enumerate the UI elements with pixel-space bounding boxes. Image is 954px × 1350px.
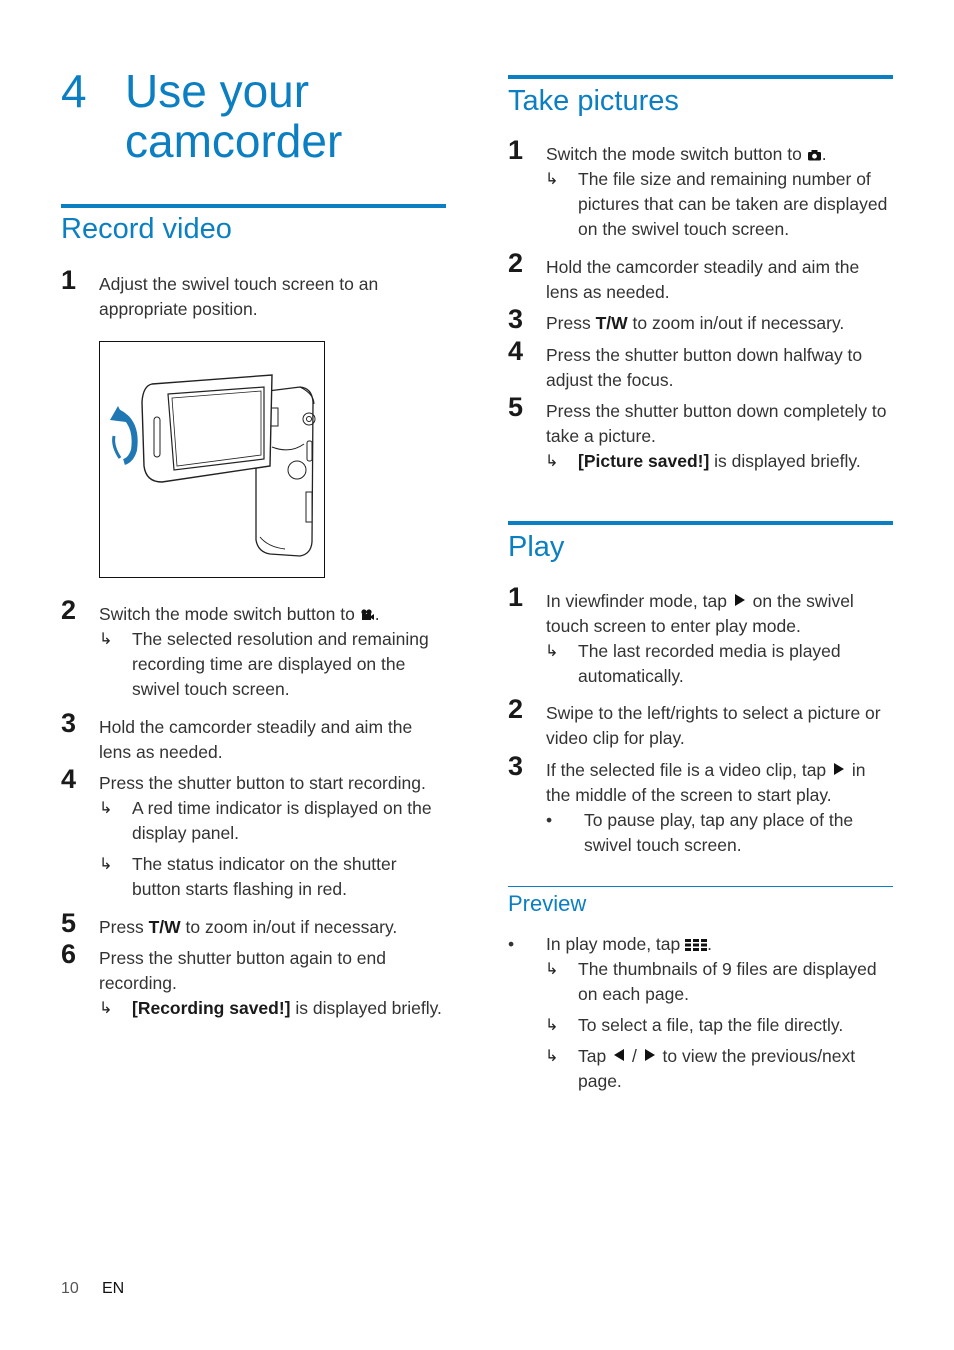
result-text: To select a file, tap the file directly. (578, 1015, 844, 1035)
result-arrow-icon: ↳ (545, 171, 559, 188)
camcorder-illustration (99, 341, 325, 578)
note-text: To pause play, tap any place of the swiv… (584, 810, 854, 855)
result-text: The thumbnails of 9 files are displayed … (578, 959, 877, 1004)
result-text: A red time indicator is displayed on the… (132, 798, 432, 843)
step-text-part: . (821, 144, 827, 164)
bullet-text-part: In play mode, tap (546, 934, 686, 954)
result-text: The file size and remaining number of pi… (578, 169, 888, 239)
step-text-part: Switch the mode switch button to (99, 604, 360, 624)
step-text: In viewfinder mode, tap on the swivel to… (546, 589, 886, 639)
next-icon (644, 1049, 655, 1062)
result-text-part: is displayed briefly. (709, 451, 861, 471)
result-arrow-icon: ↳ (545, 453, 559, 470)
step-text: Adjust the swivel touch screen to an app… (99, 274, 379, 319)
take-pictures-heading: Take pictures (508, 85, 679, 117)
step-number: 4 (61, 764, 77, 794)
step-text: Press the shutter button again to end re… (99, 948, 386, 993)
section-rule (61, 204, 446, 208)
camera-icon (807, 143, 822, 168)
step-text-part: If the selected file is a video clip, ta… (546, 760, 832, 780)
step-number: 2 (508, 694, 524, 724)
step-number: 1 (508, 135, 524, 165)
step-text: Press T/W to zoom in/out if necessary. (99, 915, 449, 940)
step-text: Switch the mode switch button to . (546, 142, 896, 168)
bullet-icon: • (508, 934, 515, 954)
thumbnail-grid-icon (685, 933, 708, 958)
step-text-part: . (374, 604, 380, 624)
result-arrow-icon: ↳ (545, 961, 559, 978)
step-number: 2 (508, 248, 524, 278)
message-name: [Picture saved!] (578, 451, 710, 471)
message-name: [Recording saved!] (132, 998, 291, 1018)
section-rule (508, 521, 893, 525)
bullet-text-part: . (707, 934, 712, 954)
step-number: 4 (508, 336, 524, 366)
step-text: Swipe to the left/rights to select a pic… (546, 703, 881, 748)
step-number: 3 (61, 708, 77, 738)
subsection-rule (508, 886, 893, 887)
result-arrow-icon: ↳ (99, 856, 113, 873)
chapter-title-text: Use your camcorder (125, 65, 343, 167)
step-text: Press T/W to zoom in/out if necessary. (546, 311, 896, 336)
button-name: T/W (595, 313, 628, 333)
step-text-part: to zoom in/out if necessary. (627, 313, 845, 333)
separator: / (627, 1046, 642, 1066)
bullet-text: In play mode, tap . (546, 932, 886, 958)
language-code: EN (102, 1280, 125, 1297)
bullet-icon: • (546, 810, 553, 830)
chapter-number: 4 (61, 65, 87, 117)
step-number: 1 (508, 582, 524, 612)
result-text: [Picture saved!] is displayed briefly. (578, 449, 898, 474)
step-number: 6 (61, 939, 77, 969)
step-text: Switch the mode switch button to . (99, 602, 449, 628)
result-arrow-icon: ↳ (545, 1017, 559, 1034)
play-icon (834, 763, 845, 776)
previous-icon (614, 1049, 625, 1062)
step-text: Press the shutter button down completely… (546, 401, 887, 446)
button-name: T/W (148, 917, 181, 937)
result-arrow-icon: ↳ (99, 631, 113, 648)
result-text: [Recording saved!] is displayed briefly. (132, 996, 452, 1021)
result-arrow-icon: ↳ (99, 1000, 113, 1017)
step-number: 5 (508, 392, 524, 422)
step-text-part: Switch the mode switch button to (546, 144, 807, 164)
step-number: 5 (61, 908, 77, 938)
result-text: The selected resolution and remaining re… (132, 629, 429, 699)
result-text: The last recorded media is played automa… (578, 641, 841, 686)
section-rule (508, 75, 893, 79)
step-text-part: In viewfinder mode, tap (546, 591, 732, 611)
play-icon (734, 594, 745, 607)
result-text: Tap / to view the previous/next page. (578, 1044, 878, 1094)
result-text: The status indicator on the shutter butt… (132, 854, 397, 899)
video-camera-icon (360, 603, 375, 628)
result-text-part: is displayed briefly. (290, 998, 442, 1018)
step-text: Hold the camcorder steadily and aim the … (99, 717, 413, 762)
result-arrow-icon: ↳ (99, 800, 113, 817)
step-text-part: Press (546, 313, 596, 333)
play-heading: Play (508, 531, 565, 563)
record-video-heading: Record video (61, 213, 232, 245)
step-text-part: Press (99, 917, 149, 937)
camcorder-drawing (110, 374, 316, 557)
step-text: Hold the camcorder steadily and aim the … (546, 257, 860, 302)
step-text: Press the shutter button to start record… (99, 773, 426, 793)
result-text-part: Tap (578, 1046, 612, 1066)
step-text-part: to zoom in/out if necessary. (180, 917, 398, 937)
preview-heading: Preview (508, 891, 587, 916)
step-number: 1 (61, 265, 77, 295)
page-number: 10 (61, 1280, 79, 1297)
step-text: If the selected file is a video clip, ta… (546, 758, 886, 808)
step-number: 3 (508, 751, 524, 781)
step-number: 3 (508, 304, 524, 334)
step-text: Press the shutter button down halfway to… (546, 345, 863, 390)
result-arrow-icon: ↳ (545, 1048, 559, 1065)
result-arrow-icon: ↳ (545, 643, 559, 660)
step-number: 2 (61, 595, 77, 625)
